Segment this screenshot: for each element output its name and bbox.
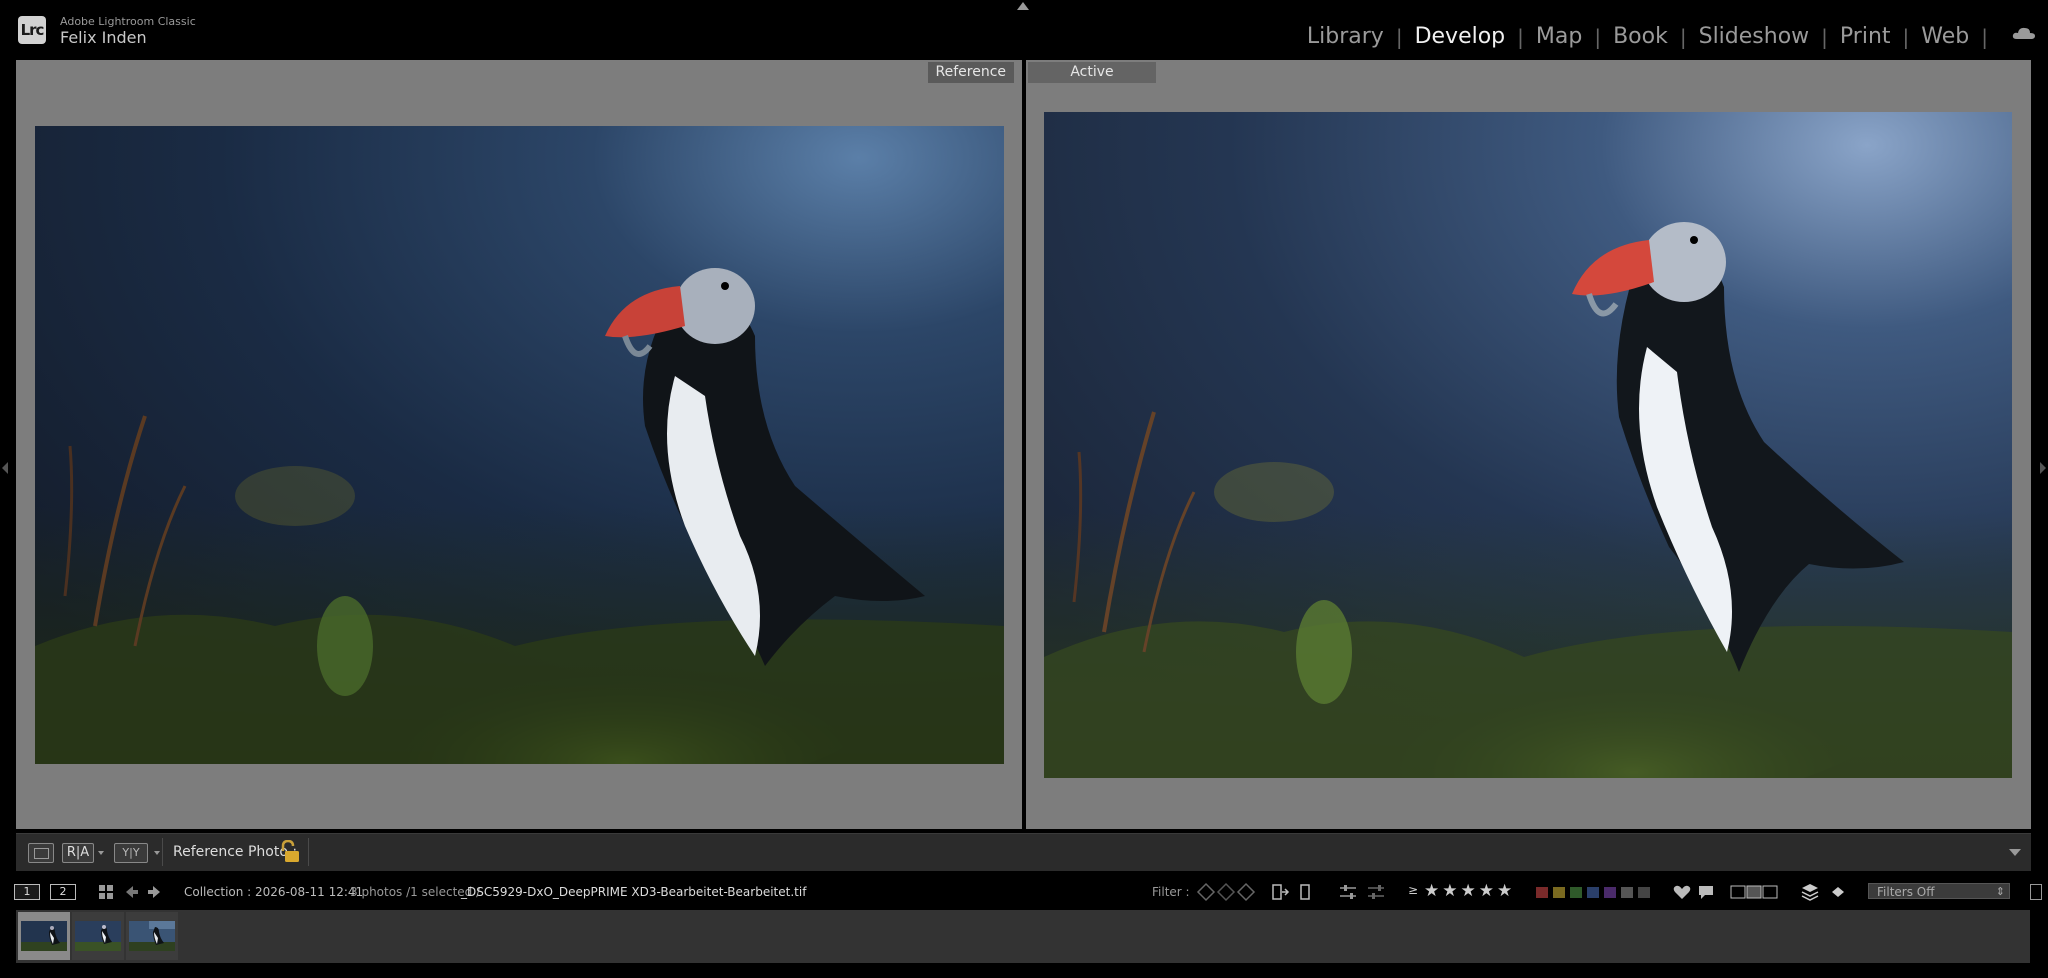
active-label: Active: [1028, 62, 1156, 83]
rating-filter-stars[interactable]: ★★★★★: [1424, 881, 1515, 901]
filmstrip-thumbnail[interactable]: [18, 912, 70, 960]
module-slideshow[interactable]: Slideshow: [1687, 24, 1822, 49]
puffin-thumbnail-image: [129, 921, 175, 951]
cloud-icon[interactable]: [2012, 26, 2036, 40]
source-collection[interactable]: Collection : 2026-08-11 12:41: [184, 885, 363, 899]
module-book[interactable]: Book: [1601, 24, 1680, 49]
lock-open-icon[interactable]: [278, 840, 300, 864]
diamond-icon[interactable]: [1828, 882, 1848, 902]
module-separator: |: [1679, 24, 1687, 49]
selected-filename[interactable]: _DSC5929-DxO_DeepPRIME XD3-Bearbeitet-Be…: [461, 885, 806, 899]
toolbar-menu-arrow-icon[interactable]: [2009, 849, 2021, 856]
color-label-swatch[interactable]: [1587, 887, 1599, 898]
flag-filter-icon[interactable]: [1196, 882, 1216, 902]
reference-photo[interactable]: [35, 126, 1004, 764]
module-separator: |: [1981, 24, 1988, 49]
module-develop[interactable]: Develop: [1403, 24, 1518, 49]
puffin-photo-active: [1044, 112, 2012, 778]
filmstrip: [16, 910, 2030, 963]
puffin-thumbnail-image: [21, 921, 67, 951]
collapse-top-panel-arrow-icon[interactable]: [1017, 2, 1029, 10]
identity-plate-user: Felix Inden: [60, 28, 147, 47]
module-map[interactable]: Map: [1524, 24, 1594, 49]
reference-active-view-button[interactable]: R|A: [62, 843, 94, 863]
next-arrow-icon[interactable]: [146, 884, 162, 900]
primary-display-button[interactable]: 1: [14, 884, 40, 900]
loupe-view-button[interactable]: [28, 843, 54, 863]
module-library[interactable]: Library: [1295, 24, 1396, 49]
module-picker: Library | Develop | Map | Book | Slidesh…: [1295, 24, 1988, 49]
toolbar-divider: [308, 838, 309, 866]
edited-filter-icon[interactable]: [1270, 882, 1290, 902]
color-label-swatch[interactable]: [1638, 887, 1650, 898]
top-bar: Lrc Adobe Lightroom Classic Felix Inden …: [0, 0, 2048, 58]
grid-view-icon[interactable]: [98, 884, 114, 900]
color-label-swatch[interactable]: [1553, 887, 1565, 898]
flag-filter-icon[interactable]: [1216, 882, 1236, 902]
color-label-swatch[interactable]: [1570, 887, 1582, 898]
color-label-swatch[interactable]: [1604, 887, 1616, 898]
layers-icon[interactable]: [1800, 882, 1820, 902]
puffin-thumbnail-image: [75, 921, 121, 951]
heart-icon[interactable]: [1672, 882, 1692, 902]
module-separator: |: [1821, 24, 1828, 49]
module-separator: |: [1517, 24, 1524, 49]
secondary-display-button[interactable]: 2: [50, 884, 76, 900]
lightroom-logo: Lrc: [18, 16, 46, 44]
filter-lock-icon[interactable]: [2030, 884, 2042, 900]
before-after-view-button[interactable]: Y|Y: [114, 843, 148, 863]
expand-right-panel-arrow-icon[interactable]: [2040, 462, 2046, 474]
filmstrip-thumbnail[interactable]: [126, 912, 178, 960]
compare-toolbar: R|A Y|Y Reference Photo :: [16, 833, 2031, 871]
expand-left-panel-arrow-icon[interactable]: [2, 462, 8, 474]
module-web[interactable]: Web: [1909, 24, 1981, 49]
filmstrip-navigator-bar: 1 2 Collection : 2026-08-11 12:41 3 phot…: [0, 876, 2048, 908]
module-separator: |: [1594, 24, 1602, 49]
view-mode-dropdown-icon[interactable]: [98, 851, 104, 855]
flag-filter-icon[interactable]: [1236, 882, 1256, 902]
app-name: Adobe Lightroom Classic: [60, 15, 196, 28]
before-after-dropdown-icon[interactable]: [154, 851, 160, 855]
module-print[interactable]: Print: [1828, 24, 1903, 49]
toolbar-divider: [162, 838, 163, 866]
kind-filter-icon[interactable]: [1730, 882, 1778, 902]
unedited-filter-icon[interactable]: [1296, 882, 1316, 902]
reference-pane: Reference: [16, 60, 1022, 829]
module-separator: |: [1902, 24, 1910, 49]
module-separator: |: [1395, 24, 1403, 49]
sliders-filter-icon[interactable]: [1366, 882, 1386, 902]
comment-icon[interactable]: [1696, 882, 1716, 902]
rating-operator[interactable]: ≥: [1408, 883, 1418, 897]
filter-label: Filter :: [1152, 885, 1190, 899]
reference-label: Reference: [927, 62, 1014, 83]
sliders-filter-icon[interactable]: [1338, 882, 1358, 902]
color-label-swatch[interactable]: [1536, 887, 1548, 898]
previous-arrow-icon[interactable]: [124, 884, 140, 900]
filter-preset-select[interactable]: Filters Off: [1868, 883, 2010, 900]
puffin-photo-reference: [35, 126, 1004, 764]
active-pane: Active: [1026, 60, 2031, 829]
active-photo[interactable]: [1044, 112, 2012, 778]
filmstrip-thumbnail[interactable]: [72, 912, 124, 960]
color-label-swatch[interactable]: [1621, 887, 1633, 898]
